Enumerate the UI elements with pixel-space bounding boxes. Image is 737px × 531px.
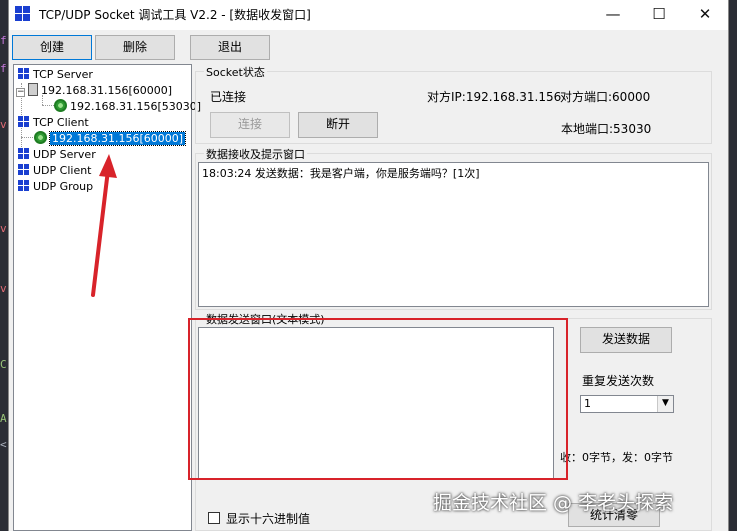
- socket-status-group: Socket状态 已连接 对方IP:192.168.31.156 对方端口:60…: [195, 64, 712, 144]
- udp-server-icon: [18, 148, 29, 159]
- globe-icon: [54, 99, 67, 112]
- receive-log-line: 18:03:24 发送数据：我是客户端，你是服务端吗？[1次]: [202, 167, 480, 180]
- connection-status: 已连接: [210, 90, 247, 104]
- udp-group-icon: [18, 180, 29, 191]
- remote-ip: 对方IP:192.168.31.156: [427, 90, 562, 104]
- group-title: 数据接收及提示窗口: [204, 146, 307, 162]
- byte-counter: 收：0字节，发：0字节: [560, 451, 673, 464]
- hex-display-checkbox[interactable]: [208, 512, 220, 524]
- group-title: Socket状态: [204, 64, 267, 80]
- delete-button[interactable]: 删除: [95, 35, 175, 60]
- local-port: 本地端口:53030: [561, 122, 652, 136]
- tree-item-label: TCP Server: [33, 68, 93, 81]
- desktop-glyph: f: [0, 34, 7, 47]
- disconnect-button[interactable]: 断开: [298, 112, 378, 138]
- desktop-glyph: v: [0, 222, 7, 235]
- tree-item-tcp-server[interactable]: TCP Server: [18, 67, 93, 83]
- hex-display-label: 显示十六进制值: [226, 512, 311, 526]
- remote-port: 对方端口:60000: [560, 90, 651, 104]
- desktop-glyph: C: [0, 358, 7, 371]
- tree-item-label: TCP Client: [33, 116, 89, 129]
- tree-item-client-connection[interactable]: 192.168.31.156[60000]: [34, 131, 187, 147]
- tree-item-label: 192.168.31.156[60000]: [41, 84, 173, 97]
- repeat-count-select[interactable]: 1 ▼: [580, 395, 674, 413]
- desktop-glyph: <: [0, 438, 7, 451]
- send-data-button[interactable]: 发送数据: [580, 327, 672, 353]
- desktop-background-right: [729, 0, 737, 531]
- annotation-arrow: [91, 154, 117, 297]
- tree-item-label: 192.168.31.156[53030]: [70, 100, 202, 113]
- tree-item-tcp-client[interactable]: TCP Client: [18, 115, 89, 131]
- annotation-highlight-box: [188, 318, 568, 480]
- desktop-glyph: A: [0, 412, 7, 425]
- maximize-button[interactable]: ☐: [636, 0, 682, 30]
- receive-textarea[interactable]: 18:03:24 发送数据：我是客户端，你是服务端吗？[1次]: [198, 162, 709, 307]
- tree-item-label-selected: 192.168.31.156[60000]: [48, 131, 187, 146]
- computer-icon: [28, 83, 38, 96]
- connect-button[interactable]: 连接: [210, 112, 290, 138]
- app-window: TCP/UDP Socket 调试工具 V2.2 - [数据收发窗口] — ☐ …: [8, 0, 729, 531]
- app-icon: [15, 6, 31, 22]
- tcp-server-icon: [18, 68, 29, 79]
- tree-item-server-connection[interactable]: − 192.168.31.156[60000]: [16, 83, 172, 99]
- title-bar[interactable]: TCP/UDP Socket 调试工具 V2.2 - [数据收发窗口] — ☐ …: [9, 0, 728, 30]
- repeat-count-label: 重复发送次数: [582, 374, 655, 388]
- collapse-icon[interactable]: −: [16, 88, 25, 97]
- window-title: TCP/UDP Socket 调试工具 V2.2 - [数据收发窗口]: [39, 8, 311, 22]
- desktop-glyph: v: [0, 118, 7, 131]
- exit-button[interactable]: 退出: [190, 35, 270, 60]
- tcp-client-icon: [18, 116, 29, 127]
- desktop-glyph: f: [0, 62, 7, 75]
- globe-icon: [34, 131, 47, 144]
- udp-client-icon: [18, 164, 29, 175]
- minimize-button[interactable]: —: [590, 0, 636, 30]
- close-button[interactable]: ✕: [682, 0, 728, 30]
- desktop-glyph: v: [0, 282, 7, 295]
- desktop-background-left: f f v C A < v v: [0, 0, 8, 531]
- create-button[interactable]: 创建: [12, 35, 92, 60]
- receive-group: 数据接收及提示窗口 18:03:24 发送数据：我是客户端，你是服务端吗？[1次…: [195, 146, 712, 310]
- repeat-count-value: 1: [584, 397, 591, 410]
- watermark: 掘金技术社区 @ 李老头探索: [433, 492, 674, 514]
- dropdown-arrow-icon[interactable]: ▼: [657, 396, 673, 412]
- tree-item-server-client[interactable]: 192.168.31.156[53030]: [54, 99, 201, 115]
